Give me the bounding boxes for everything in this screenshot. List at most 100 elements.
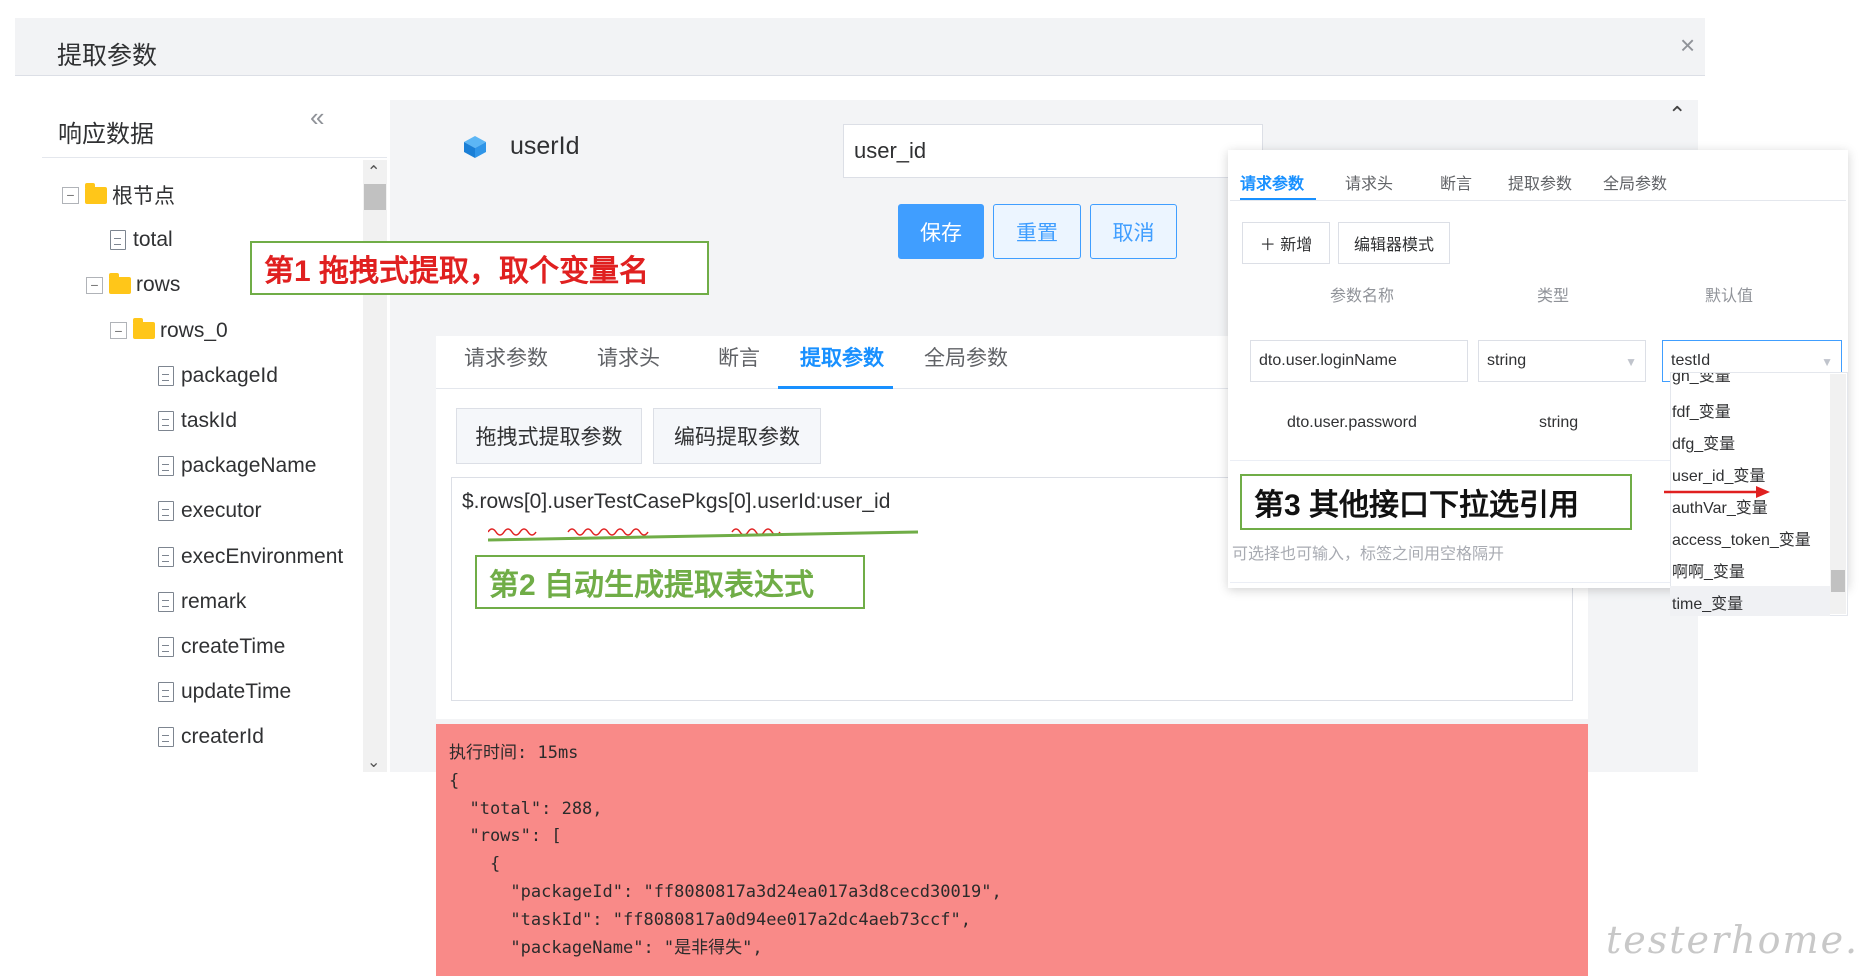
tree-node[interactable]: createTime: [158, 632, 285, 662]
file-icon: [158, 501, 174, 522]
tree-node[interactable]: packageId: [158, 361, 278, 391]
file-icon: [158, 637, 174, 657]
tree-node-label: total: [133, 228, 173, 252]
panel-scroll-up-icon[interactable]: ⌃: [1668, 102, 1686, 128]
column-header-type: 类型: [1537, 288, 1570, 305]
tree-node-label: createTime: [181, 635, 286, 658]
folder-icon: [85, 182, 107, 204]
collapse-icon[interactable]: «: [310, 102, 324, 133]
watermark: testerhome.com: [1606, 918, 1860, 962]
tree-node-label: packageId: [181, 363, 278, 387]
selected-node-label: userId: [510, 132, 580, 160]
tree-node[interactable]: createrId: [158, 722, 264, 752]
folder-icon: [109, 272, 131, 294]
tree-node[interactable]: updateTime: [158, 677, 291, 707]
dialog-header: 提取参数 ×: [15, 18, 1705, 76]
close-icon[interactable]: ×: [1680, 30, 1695, 61]
scroll-down-icon[interactable]: ⌄: [367, 752, 380, 772]
active-tab-indicator: [778, 386, 893, 389]
dialog-title: 提取参数: [57, 42, 158, 70]
file-icon: [158, 365, 174, 386]
popover-tab-global-params[interactable]: 全局参数: [1603, 170, 1667, 194]
tree-node-label: updateTime: [181, 680, 292, 704]
tab-global-params[interactable]: 全局参数: [924, 342, 1008, 372]
tree-node[interactable]: total: [110, 225, 173, 255]
divider: [42, 157, 387, 158]
tree-node-label: packageName: [181, 454, 317, 478]
annotation-step-1: 第1 拖拽式提取，取个变量名: [250, 241, 709, 295]
add-param-button[interactable]: ＋ 新增: [1242, 222, 1330, 264]
cancel-button[interactable]: 取消: [1090, 204, 1177, 259]
folder-icon: [133, 318, 155, 340]
save-button[interactable]: 保存: [898, 204, 984, 259]
tab-assertions[interactable]: 断言: [718, 342, 760, 372]
tree-node-label: rows_0: [160, 318, 228, 342]
param-name-text: dto.user.password: [1287, 414, 1417, 431]
tree-node[interactable]: executor: [158, 496, 262, 526]
file-icon: [158, 411, 174, 431]
tab-extract-params[interactable]: 提取参数: [800, 342, 884, 372]
tree-node-label: execEnvironment: [181, 544, 344, 568]
tree-node[interactable]: − rows_0: [110, 316, 228, 346]
drag-extract-button[interactable]: 拖拽式提取参数: [456, 408, 642, 464]
extract-expression: $.rows[0].userTestCasePkgs[0].userId:use…: [462, 490, 891, 513]
popover-tab-request-headers[interactable]: 请求头: [1345, 170, 1393, 194]
editor-mode-button[interactable]: 编辑器模式: [1338, 222, 1450, 264]
dropdown-option[interactable]: user_id_变量: [1672, 462, 1765, 486]
file-icon: [158, 456, 174, 477]
popover-tabs-divider: [1230, 200, 1846, 201]
annotation-step-3: 第3 其他接口下拉选引用: [1240, 474, 1632, 530]
scroll-up-icon[interactable]: ⌃: [367, 162, 380, 182]
file-icon: [158, 591, 174, 612]
response-data-title: 响应数据: [58, 121, 154, 148]
file-icon: [158, 682, 174, 703]
column-header-default: 默认值: [1705, 288, 1754, 305]
dropdown-option[interactable]: dfg_变量: [1672, 430, 1735, 454]
tree-node-label: 根节点: [112, 185, 175, 208]
tree-node[interactable]: remark: [158, 587, 246, 617]
dropdown-option[interactable]: 啊啊_变量: [1672, 558, 1745, 582]
tree-node-label: executor: [181, 499, 262, 523]
file-icon: [110, 230, 126, 251]
tree-node-label: remark: [181, 589, 247, 613]
dropdown-scrollbar-thumb[interactable]: [1831, 570, 1845, 592]
tree-node[interactable]: packageName: [158, 451, 316, 481]
variable-name-input[interactable]: [843, 124, 1263, 178]
spellcheck-underline: [488, 528, 919, 542]
popover-tab-request-params[interactable]: 请求参数: [1240, 170, 1304, 194]
collapse-toggle-icon[interactable]: −: [110, 322, 127, 340]
param-type-text: string: [1539, 414, 1579, 431]
param-name-input[interactable]: dto.user.loginName: [1250, 340, 1468, 382]
tree-node[interactable]: execEnvironment: [158, 542, 343, 572]
collapse-toggle-icon[interactable]: −: [86, 276, 103, 294]
file-icon: [158, 546, 174, 567]
param-type-value: string: [1487, 352, 1527, 369]
chevron-down-icon: ▼: [1821, 355, 1833, 369]
popover-tab-assertions[interactable]: 断言: [1440, 170, 1472, 194]
dropdown-option[interactable]: fdf_变量: [1672, 398, 1731, 422]
collapse-toggle-icon[interactable]: −: [62, 186, 79, 204]
tree-node[interactable]: − 根节点: [62, 180, 175, 210]
tab-request-headers[interactable]: 请求头: [597, 342, 660, 372]
popover-active-tab-indicator: [1240, 198, 1316, 200]
execution-result-text: 执行时间: 15ms { "total": 288, "rows": [ { "…: [449, 743, 1002, 958]
file-icon: [158, 727, 174, 748]
arrow-icon: [1664, 486, 1770, 498]
annotation-step-2: 第2 自动生成提取表达式: [475, 555, 865, 609]
tree-node[interactable]: − rows: [86, 270, 180, 300]
column-header-name: 参数名称: [1330, 288, 1395, 305]
cube-icon: [464, 136, 486, 158]
tree-node[interactable]: taskId: [158, 406, 237, 436]
param-default-value: testId: [1671, 352, 1711, 369]
tree-node-label: rows: [136, 273, 181, 297]
reset-button[interactable]: 重置: [993, 204, 1081, 259]
popover-tab-extract-params[interactable]: 提取参数: [1508, 170, 1572, 194]
tab-request-params[interactable]: 请求参数: [464, 342, 548, 372]
dropdown-option[interactable]: access_token_变量: [1672, 526, 1811, 550]
dropdown-option[interactable]: time_变量: [1672, 590, 1743, 614]
chevron-down-icon: ▼: [1625, 355, 1637, 369]
param-type-select[interactable]: string ▼: [1478, 340, 1646, 382]
code-extract-button[interactable]: 编码提取参数: [653, 408, 821, 464]
tree-scrollbar-thumb[interactable]: [364, 184, 386, 210]
tree-node-label: createrId: [181, 725, 264, 749]
